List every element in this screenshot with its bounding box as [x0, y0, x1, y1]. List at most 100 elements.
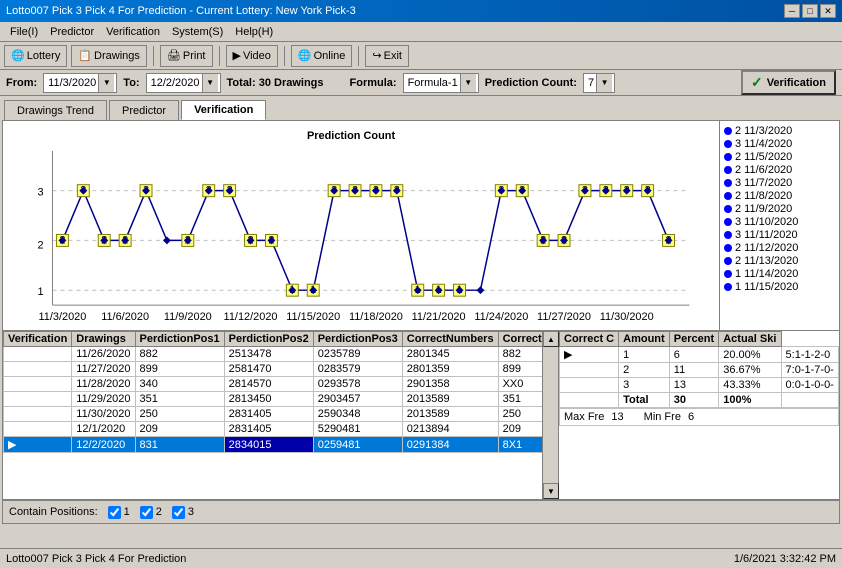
row-arrow	[560, 363, 619, 378]
table-cell: 0283579	[313, 362, 402, 377]
col-pos1: PerdictionPos1	[135, 332, 224, 347]
table-cell: 2814570	[224, 377, 313, 392]
formula-combo[interactable]: Formula-1 ▼	[403, 73, 479, 93]
table-row[interactable]: ▶1620.00%5:1-1-2-0	[560, 347, 839, 363]
menu-verification[interactable]: Verification	[100, 25, 166, 39]
left-scrollbar[interactable]: ▲ ▼	[543, 331, 559, 499]
legend-dot	[724, 166, 732, 174]
close-button[interactable]: ✕	[820, 4, 836, 18]
separator-2	[219, 46, 220, 66]
table-row[interactable]: 11/27/20208992581470028357928013598993	[4, 362, 544, 377]
table-cell: 831	[135, 437, 224, 453]
table-row[interactable]: 11/30/20202502831405259034820135892503	[4, 407, 544, 422]
pred-count-combo[interactable]: 7 ▼	[583, 73, 615, 93]
table-cell	[781, 393, 838, 408]
legend-item-9: 3 11/11/2020	[724, 229, 835, 241]
legend-dot	[724, 244, 732, 252]
checkbox-2[interactable]	[140, 506, 153, 519]
table-row[interactable]: 21136.67%7:0-1-7-0-	[560, 363, 839, 378]
table-cell: 351	[498, 392, 543, 407]
table-row[interactable]: 11/29/20203512813450290345720135893513	[4, 392, 544, 407]
min-fre: Min Fre 6	[644, 411, 694, 423]
checkbox-3[interactable]	[172, 506, 185, 519]
table-row[interactable]: ▶12/2/20208312834015025948102913848X12	[4, 437, 544, 453]
table-cell: 11	[669, 363, 718, 378]
table-cell: 2	[619, 363, 670, 378]
table-cell: 2831405	[224, 422, 313, 437]
table-cell: 2831405	[224, 407, 313, 422]
legend-dot	[724, 257, 732, 265]
row-arrow	[4, 422, 72, 437]
pred-count-arrow[interactable]: ▼	[596, 74, 612, 92]
checkbox-1[interactable]	[108, 506, 121, 519]
left-table: Verification Drawings PerdictionPos1 Per…	[3, 331, 543, 453]
left-grid[interactable]: Verification Drawings PerdictionPos1 Per…	[3, 331, 543, 499]
table-cell: 2903457	[313, 392, 402, 407]
legend-item-12: 1 11/14/2020	[724, 268, 835, 280]
print-button[interactable]: 🖨 Print	[160, 45, 213, 67]
video-label: Video	[243, 50, 271, 62]
table-row[interactable]: Total30100%	[560, 393, 839, 408]
scroll-down-button[interactable]: ▼	[543, 483, 559, 499]
table-cell: 340	[135, 377, 224, 392]
lottery-button[interactable]: 🌐 Lottery	[4, 45, 67, 67]
verify-check-icon: ✓	[751, 74, 763, 91]
col-pos3: PerdictionPos3	[313, 332, 402, 347]
from-date-arrow[interactable]: ▼	[98, 74, 114, 92]
maximize-button[interactable]: □	[802, 4, 818, 18]
verification-button[interactable]: ✓ Verification	[741, 70, 836, 95]
tab-verification[interactable]: Verification	[181, 100, 266, 120]
minimize-button[interactable]: ─	[784, 4, 800, 18]
svg-text:2: 2	[37, 239, 43, 251]
table-cell: 2013589	[402, 392, 498, 407]
table-cell: 2801359	[402, 362, 498, 377]
scroll-up-button[interactable]: ▲	[543, 331, 559, 347]
drawings-button[interactable]: 📋 Drawings	[71, 45, 147, 67]
table-cell: 3	[619, 378, 670, 393]
table-row[interactable]: 11/28/2020340281457002935782901358XX01	[4, 377, 544, 392]
tab-drawings-trend[interactable]: Drawings Trend	[4, 100, 107, 120]
online-label: Online	[314, 50, 346, 62]
table-row[interactable]: 11/26/20208822513478023578928013458823	[4, 347, 544, 362]
col-amount: Amount	[619, 332, 670, 347]
formula-label: Formula:	[350, 77, 397, 89]
verify-label: Verification	[767, 77, 826, 89]
svg-text:3: 3	[37, 187, 43, 199]
menu-file[interactable]: File(I)	[4, 25, 44, 39]
menu-help[interactable]: Help(H)	[229, 25, 279, 39]
table-row[interactable]: 12/1/20202092831405529048102138942093	[4, 422, 544, 437]
scroll-track	[543, 347, 558, 483]
print-label: Print	[183, 50, 206, 62]
svg-text:11/3/2020: 11/3/2020	[38, 311, 86, 323]
exit-button[interactable]: ↪ Exit	[365, 45, 409, 67]
table-cell: 7:0-1-7-0-	[781, 363, 838, 378]
from-date-combo[interactable]: 11/3/2020 ▼	[43, 73, 117, 93]
to-date-combo[interactable]: 12/2/2020 ▼	[146, 73, 221, 93]
menu-predictor[interactable]: Predictor	[44, 25, 100, 39]
status-datetime: 1/6/2021 3:32:42 PM	[734, 553, 836, 565]
table-cell: 899	[498, 362, 543, 377]
video-button[interactable]: ▶ Video	[226, 45, 278, 67]
legend-item-2: 3 11/4/2020	[724, 138, 835, 150]
legend-item-5: 3 11/7/2020	[724, 177, 835, 189]
legend-item-4: 2 11/6/2020	[724, 164, 835, 176]
menu-system[interactable]: System(S)	[166, 25, 229, 39]
formula-arrow[interactable]: ▼	[460, 74, 476, 92]
table-cell: 20.00%	[719, 347, 781, 363]
window-controls: ─ □ ✕	[784, 4, 836, 18]
table-cell: 0293578	[313, 377, 402, 392]
table-cell: 11/29/2020	[72, 392, 135, 407]
legend-item-11: 2 11/13/2020	[724, 255, 835, 267]
chart-area: 1 2 3 Prediction Count 11/3/2020 1	[3, 121, 839, 331]
checkbox-pos2: 2	[140, 506, 162, 519]
legend-item-8: 3 11/10/2020	[724, 216, 835, 228]
to-date-arrow[interactable]: ▼	[202, 74, 218, 92]
table-cell: 2813450	[224, 392, 313, 407]
legend-dot	[724, 283, 732, 291]
svg-text:11/30/2020: 11/30/2020	[600, 311, 654, 323]
table-cell: 5:1-1-2-0	[781, 347, 838, 363]
row-arrow	[560, 393, 619, 408]
table-row[interactable]: 31343.33%0:0-1-0-0-	[560, 378, 839, 393]
tab-predictor[interactable]: Predictor	[109, 100, 179, 120]
online-button[interactable]: 🌐 Online	[291, 45, 353, 67]
